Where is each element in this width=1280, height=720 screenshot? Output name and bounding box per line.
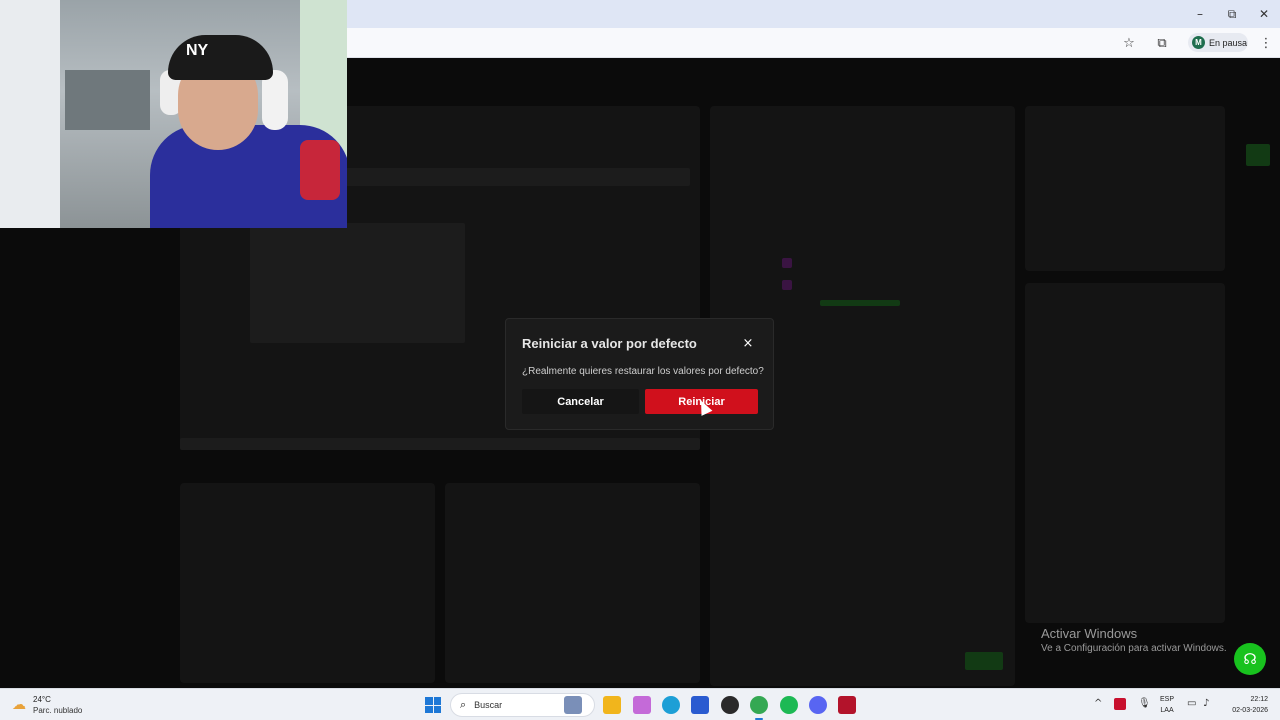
webcam-background <box>0 0 60 228</box>
language-layout: LAA <box>1160 707 1174 714</box>
discord-icon[interactable] <box>809 696 827 714</box>
taskbar: ☁ 24°C Parc. nublado ⌕ Buscar ^ 🎙 ESP LA… <box>0 688 1280 720</box>
file-explorer-icon[interactable] <box>603 696 621 714</box>
extensions-icon[interactable]: ⧉ <box>1153 34 1171 52</box>
network-icon[interactable]: ▭ <box>1187 698 1196 709</box>
weather-icon[interactable]: ☁ <box>12 697 28 713</box>
panel-settings <box>1025 283 1225 623</box>
webcam-overlay: NY <box>0 0 347 228</box>
cancel-button[interactable]: Cancelar <box>522 389 639 414</box>
cap-logo: NY <box>186 42 209 59</box>
ghost-video <box>250 223 465 343</box>
search-icon: ⌕ <box>460 698 467 711</box>
panel-activity <box>445 483 700 683</box>
panel-info <box>1025 106 1225 271</box>
profile-status: En pausa <box>1209 37 1248 48</box>
minimize-button[interactable]: – <box>1184 0 1216 28</box>
panel-events <box>180 483 435 683</box>
screen: – ⧉ ✕ ☆ ⧉ ⋮ M En pausa NY Reiniciar a va… <box>0 0 1280 720</box>
close-window-button[interactable]: ✕ <box>1248 0 1280 28</box>
clock-time: 22:12 <box>1250 696 1268 703</box>
weather-temperature[interactable]: 24°C <box>33 695 51 704</box>
dialog-message: ¿Realmente quieres restaurar los valores… <box>522 366 764 377</box>
ghost-mark <box>782 258 792 268</box>
activate-windows-title: Activar Windows <box>1041 626 1138 641</box>
store-icon[interactable] <box>691 696 709 714</box>
tray-app-icon[interactable] <box>1114 698 1126 710</box>
windows-start-icon[interactable] <box>425 697 441 713</box>
activate-windows-subtitle: Ve a Configuración para activar Windows. <box>1041 643 1227 654</box>
menu-icon[interactable]: ⋮ <box>1257 34 1275 52</box>
edge-icon[interactable] <box>662 696 680 714</box>
profile-button[interactable]: M En pausa <box>1188 33 1248 52</box>
obs-icon[interactable] <box>721 696 739 714</box>
ghost-mark <box>820 300 900 306</box>
spotify-icon[interactable] <box>780 696 798 714</box>
widget-icon[interactable] <box>564 696 582 714</box>
ghost-mark <box>782 280 792 290</box>
star-icon[interactable]: ☆ <box>1120 34 1138 52</box>
volume-icon[interactable]: ♪ <box>1203 698 1209 709</box>
weather-description[interactable]: Parc. nublado <box>33 706 82 715</box>
clock-date: 02-03-2026 <box>1232 707 1268 714</box>
window-controls: – ⧉ ✕ <box>1184 0 1280 28</box>
webcam-background <box>65 70 150 130</box>
copilot-icon[interactable] <box>633 696 651 714</box>
ghost-mark <box>965 652 1003 670</box>
clock[interactable]: 22:12 02-03-2026 <box>1226 694 1268 716</box>
webcam-person <box>300 140 340 200</box>
chevron-up-icon[interactable]: ^ <box>1094 698 1102 709</box>
search-placeholder: Buscar <box>474 700 503 710</box>
language-code: ESP <box>1160 696 1175 703</box>
reset-dialog: Reiniciar a valor por defecto × ¿Realmen… <box>505 318 774 430</box>
dialog-title: Reiniciar a valor por defecto <box>522 336 697 351</box>
adobe-icon[interactable] <box>838 696 856 714</box>
chrome-icon[interactable] <box>750 696 768 714</box>
webcam-person <box>168 35 273 80</box>
language-indicator[interactable]: ESP LAA <box>1160 694 1174 716</box>
avatar: M <box>1192 36 1205 49</box>
close-icon[interactable]: × <box>740 335 756 351</box>
headset-support-icon[interactable]: ☊ <box>1234 643 1266 675</box>
microphone-icon[interactable]: 🎙 <box>1138 698 1151 709</box>
ghost-mark <box>1246 144 1270 166</box>
maximize-button[interactable]: ⧉ <box>1216 0 1248 28</box>
ghost-bar <box>180 438 700 450</box>
